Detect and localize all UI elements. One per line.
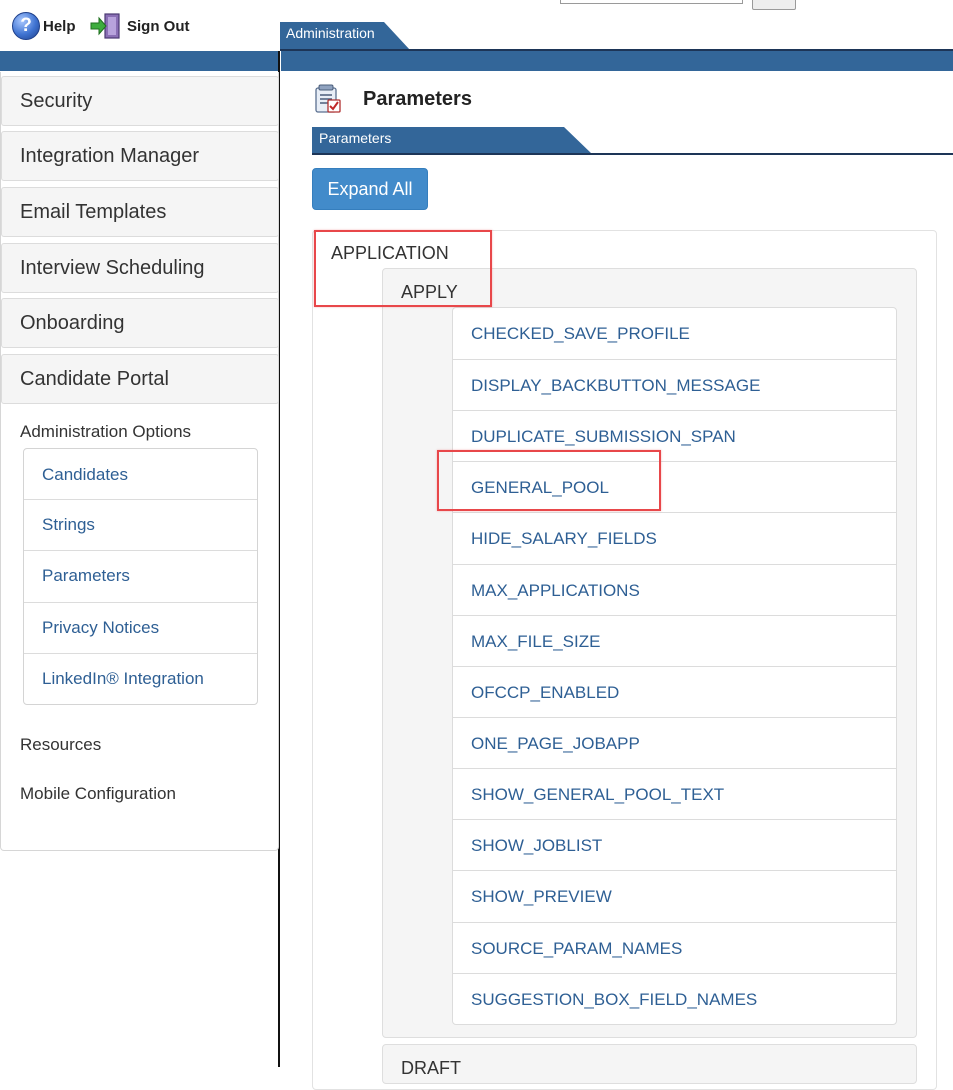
sidebar-item-interview-scheduling[interactable]: Interview Scheduling <box>1 243 279 293</box>
admin-option-privacy-notices[interactable]: Privacy Notices <box>24 602 257 653</box>
tab-administration-label: Administration <box>286 25 375 41</box>
sidebar-item-security[interactable]: Security <box>1 76 279 126</box>
sign-out-door-icon <box>90 13 120 39</box>
page-title: Parameters <box>363 88 472 110</box>
sidebar-item-onboarding[interactable]: Onboarding <box>1 298 279 348</box>
sidebar-item-label: Integration Manager <box>20 144 200 167</box>
parameter-item[interactable]: HIDE_SALARY_FIELDS <box>453 512 896 564</box>
sidebar-link-resources[interactable]: Resources <box>20 735 101 755</box>
tab-parameters[interactable]: Parameters <box>312 127 592 154</box>
parameter-item[interactable]: SOURCE_PARAM_NAMES <box>453 922 896 974</box>
sidebar-header-bar <box>0 51 278 71</box>
parameter-item[interactable]: MAX_FILE_SIZE <box>453 615 896 667</box>
sidebar: Security Integration Manager Email Templ… <box>0 72 279 851</box>
parameter-item[interactable]: OFCCP_ENABLED <box>453 666 896 718</box>
sign-out-label: Sign Out <box>127 17 190 35</box>
help-label: Help <box>43 17 76 35</box>
admin-option-parameters[interactable]: Parameters <box>24 550 257 601</box>
admin-options-list: Candidates Strings Parameters Privacy No… <box>23 448 258 705</box>
parameter-item[interactable]: SHOW_GENERAL_POOL_TEXT <box>453 768 896 820</box>
group-draft[interactable]: DRAFT <box>401 1058 461 1079</box>
top-search-button[interactable] <box>752 0 796 10</box>
sidebar-item-label: Onboarding <box>20 311 125 334</box>
help-question-icon: ? <box>12 12 40 40</box>
admin-option-linkedin-integration[interactable]: LinkedIn® Integration <box>24 653 257 704</box>
main-header-bar <box>281 51 953 71</box>
cut-off-top-text <box>250 0 550 3</box>
highlight-box-application-apply <box>314 230 492 307</box>
highlight-box-general-pool <box>437 450 661 511</box>
group-panel-draft <box>382 1044 917 1084</box>
parameter-item[interactable]: DISPLAY_BACKBUTTON_MESSAGE <box>453 359 896 411</box>
parameter-item[interactable]: SHOW_JOBLIST <box>453 819 896 871</box>
parameter-item[interactable]: SHOW_PREVIEW <box>453 870 896 922</box>
parameter-item[interactable]: ONE_PAGE_JOBAPP <box>453 717 896 769</box>
admin-option-candidates[interactable]: Candidates <box>24 449 257 500</box>
parameter-item[interactable]: CHECKED_SAVE_PROFILE <box>453 308 896 360</box>
parameters-list-icon <box>315 84 341 113</box>
expand-all-button[interactable]: Expand All <box>312 168 428 210</box>
tab-parameters-label: Parameters <box>319 130 392 146</box>
parameters-tab-underline <box>312 153 953 155</box>
sidebar-item-label: Interview Scheduling <box>20 256 205 279</box>
sign-out-link[interactable]: Sign Out <box>90 12 190 40</box>
sidebar-item-label: Candidate Portal <box>20 367 169 390</box>
sidebar-item-candidate-portal[interactable]: Candidate Portal <box>1 354 279 404</box>
sidebar-link-mobile-configuration[interactable]: Mobile Configuration <box>20 784 176 804</box>
sidebar-item-integration-manager[interactable]: Integration Manager <box>1 131 279 181</box>
parameter-item[interactable]: SUGGESTION_BOX_FIELD_NAMES <box>453 973 896 1025</box>
sidebar-item-label: Security <box>20 89 93 112</box>
help-link[interactable]: ? Help <box>12 12 76 40</box>
parameter-list: CHECKED_SAVE_PROFILE DISPLAY_BACKBUTTON_… <box>452 307 897 1025</box>
sidebar-item-label: Email Templates <box>20 200 167 223</box>
admin-option-strings[interactable]: Strings <box>24 499 257 550</box>
parameter-item[interactable]: MAX_APPLICATIONS <box>453 564 896 616</box>
sidebar-item-email-templates[interactable]: Email Templates <box>1 187 279 237</box>
admin-options-heading: Administration Options <box>20 422 192 441</box>
top-search-input[interactable] <box>560 0 743 4</box>
